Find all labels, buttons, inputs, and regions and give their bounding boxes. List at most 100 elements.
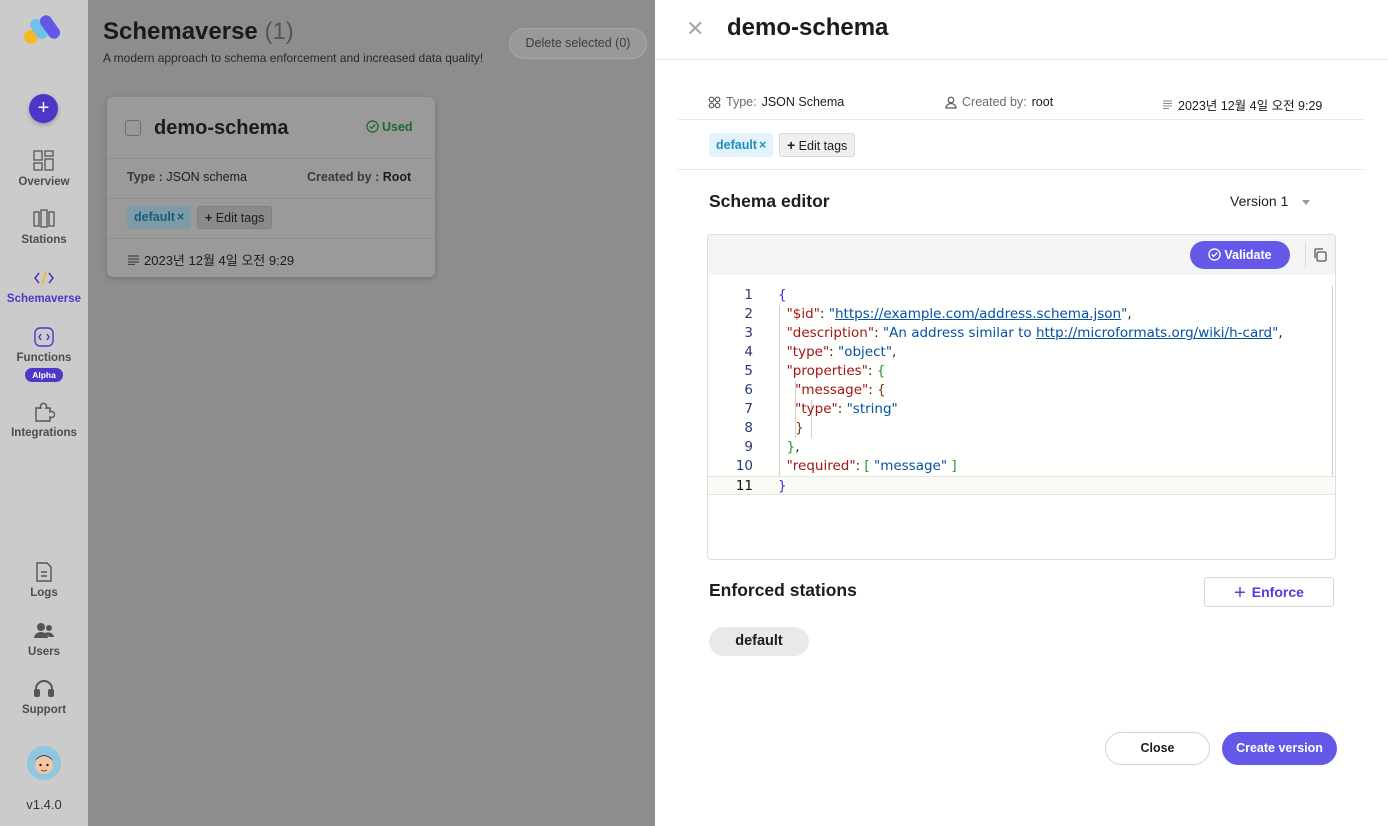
schema-details-drawer: ✕ demo-schema Type: JSON Schema Created … bbox=[655, 0, 1388, 826]
json-string: "message" bbox=[873, 458, 948, 474]
created-by-label: Created by : bbox=[307, 170, 380, 184]
enforce-label: Enforce bbox=[1251, 584, 1304, 600]
puzzle-icon bbox=[35, 402, 55, 422]
schema-card[interactable]: demo-schema Used Type : JSON schema Crea… bbox=[107, 97, 435, 277]
main-content: Schemaverse (1) A modern approach to sch… bbox=[88, 0, 655, 826]
sidebar-item-logs[interactable]: Logs bbox=[0, 561, 88, 599]
drawer-title: demo-schema bbox=[727, 14, 889, 41]
line-number: 1 bbox=[744, 287, 753, 303]
schema-editor-title: Schema editor bbox=[709, 191, 830, 211]
status-label: Used bbox=[382, 120, 413, 134]
status-badge: Used bbox=[366, 120, 413, 134]
tag-remove-icon[interactable]: × bbox=[759, 138, 766, 152]
validate-button[interactable]: Validate bbox=[1190, 241, 1290, 269]
functions-icon bbox=[34, 327, 54, 347]
sidebar: + Overview Stations Schemaverse Function… bbox=[0, 0, 88, 826]
line-number: 8 bbox=[744, 420, 753, 436]
tag-label: default bbox=[134, 210, 175, 224]
line-number: 7 bbox=[744, 401, 753, 417]
schema-card-name: demo-schema bbox=[154, 117, 289, 139]
json-url[interactable]: http://microformats.org/wiki/h-card bbox=[1036, 325, 1272, 341]
logs-icon bbox=[36, 562, 52, 582]
schema-card-checkbox[interactable] bbox=[125, 120, 141, 136]
json-url[interactable]: https://example.com/address.schema.json bbox=[835, 306, 1121, 322]
sidebar-item-label: Overview bbox=[18, 176, 70, 188]
line-number: 10 bbox=[735, 458, 753, 474]
tag-default[interactable]: default × bbox=[709, 133, 774, 157]
check-circle-icon bbox=[366, 120, 379, 133]
schema-card-created-by: Created by : Root bbox=[307, 170, 411, 184]
memphis-logo-icon[interactable] bbox=[22, 12, 66, 48]
code-line: 2 "$id": "https://example.com/address.sc… bbox=[708, 305, 1335, 324]
close-icon[interactable]: ✕ bbox=[686, 16, 704, 42]
code-line: 10 "required": [ "message" ] bbox=[708, 457, 1335, 476]
json-key: "description" bbox=[786, 325, 875, 341]
sidebar-item-label: Users bbox=[28, 646, 60, 658]
edit-tags-button[interactable]: + Edit tags bbox=[779, 133, 856, 157]
plus-icon: + bbox=[787, 137, 796, 153]
sidebar-item-label: Support bbox=[21, 704, 67, 716]
users-icon bbox=[34, 623, 54, 638]
plus-icon: + bbox=[1234, 582, 1246, 604]
avatar[interactable] bbox=[27, 746, 61, 780]
sidebar-item-users[interactable]: Users bbox=[0, 620, 88, 658]
enforce-button[interactable]: + Enforce bbox=[1204, 577, 1334, 607]
sidebar-item-integrations[interactable]: Integrations bbox=[0, 401, 88, 439]
sidebar-item-overview[interactable]: Overview bbox=[0, 150, 88, 188]
enforced-stations-title: Enforced stations bbox=[709, 580, 857, 600]
page-title: Schemaverse (1) bbox=[103, 18, 294, 46]
line-number: 6 bbox=[744, 382, 753, 398]
add-button[interactable]: + bbox=[29, 94, 58, 123]
edit-tags-label: Edit tags bbox=[215, 211, 265, 225]
check-circle-icon bbox=[1208, 248, 1222, 261]
edit-tags-button[interactable]: + Edit tags bbox=[197, 206, 273, 229]
sidebar-item-label: Functions bbox=[16, 352, 72, 364]
divider bbox=[678, 169, 1364, 170]
sidebar-item-stations[interactable]: Stations bbox=[0, 208, 88, 246]
sidebar-item-label: Stations bbox=[21, 234, 67, 246]
created-by-label: Created by: bbox=[962, 95, 1027, 109]
station-pill-default[interactable]: default bbox=[709, 627, 809, 656]
schema-created-by: Created by: root bbox=[945, 95, 1053, 109]
type-label: Type : bbox=[127, 170, 163, 184]
edit-tags-label: Edit tags bbox=[798, 139, 848, 153]
line-number: 11 bbox=[735, 478, 753, 494]
validate-label: Validate bbox=[1224, 248, 1272, 262]
delete-selected-button[interactable]: Delete selected (0) bbox=[509, 28, 647, 59]
create-version-button[interactable]: Create version bbox=[1222, 732, 1337, 765]
type-icon bbox=[708, 96, 721, 108]
lines-icon bbox=[128, 255, 139, 266]
headset-icon bbox=[34, 680, 54, 697]
json-key: "required" bbox=[786, 458, 856, 474]
tag-remove-icon[interactable]: × bbox=[177, 210, 184, 224]
type-label: Type: bbox=[726, 95, 757, 109]
schema-count: (1) bbox=[264, 18, 294, 45]
editor-toolbar: Validate bbox=[708, 235, 1335, 275]
json-string: "An address similar to bbox=[882, 325, 1036, 341]
type-value: JSON schema bbox=[166, 170, 247, 184]
copy-button[interactable] bbox=[1305, 242, 1331, 268]
version-select[interactable]: Version 1 bbox=[1230, 193, 1311, 209]
schema-date: 2023년 12월 4일 오전 9:29 bbox=[1163, 95, 1322, 114]
page-subtitle: A modern approach to schema enforcement … bbox=[103, 51, 484, 65]
code-line: 3 "description": "An address similar to … bbox=[708, 324, 1335, 343]
tag-default[interactable]: default × bbox=[127, 206, 192, 229]
copy-icon bbox=[1314, 248, 1327, 262]
date-value: 2023년 12월 4일 오전 9:29 bbox=[1178, 99, 1323, 113]
sidebar-item-functions[interactable]: Functions Alpha bbox=[0, 326, 88, 382]
schema-code-editor[interactable]: Validate 1{ 2 "$id": "https://example.co… bbox=[707, 234, 1336, 560]
sidebar-item-support[interactable]: Support bbox=[0, 678, 88, 716]
json-key: "properties" bbox=[786, 363, 868, 379]
schema-card-date: 2023년 12월 4일 오전 9:29 bbox=[128, 250, 294, 269]
overview-icon bbox=[33, 150, 54, 171]
json-string: "string" bbox=[846, 401, 898, 417]
json-key: "message" bbox=[795, 382, 869, 398]
type-value: JSON Schema bbox=[761, 95, 845, 109]
code-line: 1{ bbox=[708, 286, 1335, 305]
json-key: "type" bbox=[786, 344, 830, 360]
code-line: 9 }, bbox=[708, 438, 1335, 457]
divider bbox=[678, 119, 1364, 120]
sidebar-item-schemaverse[interactable]: Schemaverse bbox=[0, 267, 88, 305]
close-button[interactable]: Close bbox=[1105, 732, 1210, 765]
app-version: v1.4.0 bbox=[26, 797, 62, 812]
